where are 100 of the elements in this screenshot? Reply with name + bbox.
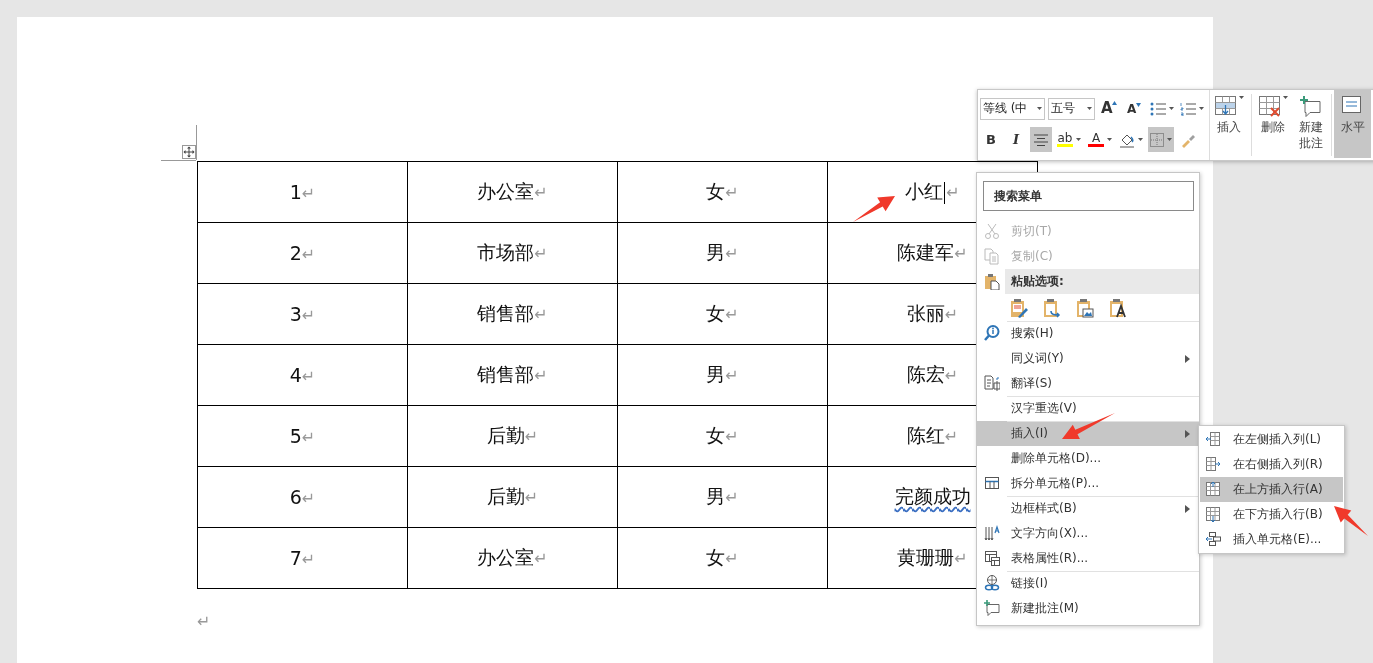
- table-cell: 7: [289, 547, 302, 569]
- menu-item[interactable]: 同义词(Y): [977, 346, 1199, 371]
- paragraph-mark: ↵: [524, 488, 539, 507]
- table-cell: 男: [706, 485, 726, 507]
- dropdown-caret-icon: [1037, 107, 1043, 110]
- comment-icon: [984, 600, 1000, 617]
- paragraph-mark: ↵: [301, 550, 316, 569]
- table-cell: 销售部: [477, 363, 535, 385]
- table-cell: 办公室: [477, 180, 535, 202]
- new-comment-button[interactable]: 新建批注: [1293, 90, 1330, 158]
- font-size-dropdown[interactable]: 五号: [1048, 97, 1096, 120]
- table-cell: 办公室: [477, 546, 535, 568]
- annotation-arrow: [1334, 506, 1368, 536]
- highlight-button[interactable]: ab: [1055, 127, 1083, 152]
- paragraph-mark: ↵: [301, 184, 316, 203]
- table-cell: 1: [289, 181, 302, 203]
- table-cell: 陈建军: [897, 241, 955, 263]
- paragraph-mark: ↵: [534, 183, 548, 202]
- clipboard-icon: [984, 273, 1000, 290]
- paragraph-mark: ↵: [944, 305, 959, 324]
- insert-column-right-icon: [1205, 456, 1221, 473]
- table-cell: 女: [706, 546, 726, 568]
- table-cell: 张丽: [906, 302, 945, 324]
- bulleted-list-icon: [1149, 101, 1166, 116]
- submenu-arrow-icon: [1185, 429, 1190, 438]
- table-move-handle-icon[interactable]: [182, 145, 196, 159]
- insert-button[interactable]: 插入: [1210, 90, 1249, 158]
- paragraph-mark: ↵: [725, 427, 739, 446]
- submenu-item[interactable]: 在左侧插入列(L): [1200, 427, 1343, 452]
- insert-table-icon: [1215, 96, 1237, 118]
- submenu-arrow-icon: [1185, 504, 1190, 513]
- paragraph-mark: ↵: [301, 489, 316, 508]
- paste-keep-formatting-icon[interactable]: [1010, 298, 1030, 318]
- paragraph-mark: ↵: [725, 183, 739, 202]
- paragraph-mark: ↵: [301, 367, 316, 386]
- menu-section-header: 粘贴选项:: [1005, 269, 1199, 294]
- paste-picture-icon[interactable]: [1076, 298, 1096, 318]
- paragraph-mark: ↵: [301, 306, 316, 325]
- submenu-item[interactable]: 在上方插入行(A): [1200, 477, 1343, 502]
- table-cell: 女: [706, 424, 726, 446]
- down-triangle-icon: [1136, 102, 1142, 107]
- center-align-button[interactable]: [1030, 127, 1052, 152]
- font-name-dropdown[interactable]: 等线 (中: [980, 97, 1046, 120]
- table-cell: 销售部: [477, 302, 535, 324]
- text-direction-icon: [984, 525, 1000, 542]
- shrink-font-button[interactable]: A: [1123, 96, 1146, 121]
- menu-item[interactable]: 新建批注(M): [977, 596, 1199, 621]
- split-cells-icon: [984, 475, 1000, 492]
- paragraph-mark: ↵: [954, 244, 968, 263]
- annotation-arrow: [1062, 413, 1115, 440]
- paragraph-mark: ↵: [725, 305, 739, 324]
- dropdown-caret-icon: [1168, 107, 1174, 110]
- paragraph-mark: ↵: [944, 366, 959, 385]
- menu-item[interactable]: 删除单元格(D)...: [977, 446, 1199, 471]
- menu-item[interactable]: 插入(I): [977, 421, 1199, 446]
- paragraph-mark: ↵: [725, 244, 739, 263]
- submenu-item[interactable]: 插入单元格(E)...: [1200, 527, 1343, 552]
- paragraph-mark: ↵: [725, 549, 739, 568]
- table-cell: 6: [289, 486, 302, 508]
- dropdown-caret-icon: [1198, 107, 1204, 110]
- bold-button[interactable]: B: [980, 127, 1002, 152]
- paragraph-mark: ↵: [946, 183, 960, 202]
- translate-icon: [984, 375, 1000, 392]
- dropdown-caret-icon: [1239, 96, 1244, 99]
- table-cell: 黄珊珊: [897, 546, 955, 568]
- menu-search-field[interactable]: 搜索菜单: [983, 181, 1194, 211]
- menu-item[interactable]: 表格属性(R)...: [977, 546, 1199, 571]
- paragraph-mark: ↵: [301, 245, 316, 264]
- paste-text-only-icon[interactable]: [1109, 298, 1129, 318]
- dropdown-caret-icon: [1076, 138, 1081, 141]
- paragraph-mark: ↵: [301, 428, 316, 447]
- link-icon: [984, 575, 1000, 592]
- table-cell: 2: [289, 242, 302, 264]
- table-cell: 小红: [905, 180, 944, 202]
- comment-icon: [1300, 96, 1323, 118]
- up-triangle-icon: [1112, 101, 1118, 105]
- paragraph-mark: ↵: [534, 366, 548, 385]
- grow-font-button[interactable]: A: [1098, 96, 1121, 121]
- menu-item[interactable]: 文字方向(X)...: [977, 521, 1199, 546]
- insert-column-left-icon: [1205, 431, 1221, 448]
- center-align-icon: [1034, 133, 1048, 146]
- table-cell: 陈红: [906, 424, 945, 446]
- table-cell: 女: [706, 180, 726, 202]
- delete-table-icon: [1259, 96, 1281, 118]
- paragraph-mark: ↵: [534, 549, 548, 568]
- paragraph-mark: ↵: [534, 305, 548, 324]
- dropdown-caret-icon: [1087, 107, 1093, 110]
- dropdown-caret-icon: [1107, 138, 1112, 141]
- italic-button[interactable]: I: [1005, 127, 1027, 152]
- align-button[interactable]: 水平: [1334, 90, 1371, 158]
- paragraph-mark: ↵: [524, 427, 539, 446]
- table-cell: 后勤: [486, 485, 525, 507]
- font-color-button[interactable]: A: [1086, 127, 1114, 152]
- delete-button[interactable]: 删除: [1254, 90, 1293, 158]
- insert-cells-icon: [1205, 531, 1221, 548]
- menu-item[interactable]: 翻译(S): [977, 371, 1199, 396]
- scissors-icon: [984, 223, 1000, 240]
- paste-merge-icon[interactable]: [1043, 298, 1063, 318]
- paragraph-mark: ↵: [944, 427, 959, 446]
- submenu-item[interactable]: 在右侧插入列(R): [1200, 452, 1343, 477]
